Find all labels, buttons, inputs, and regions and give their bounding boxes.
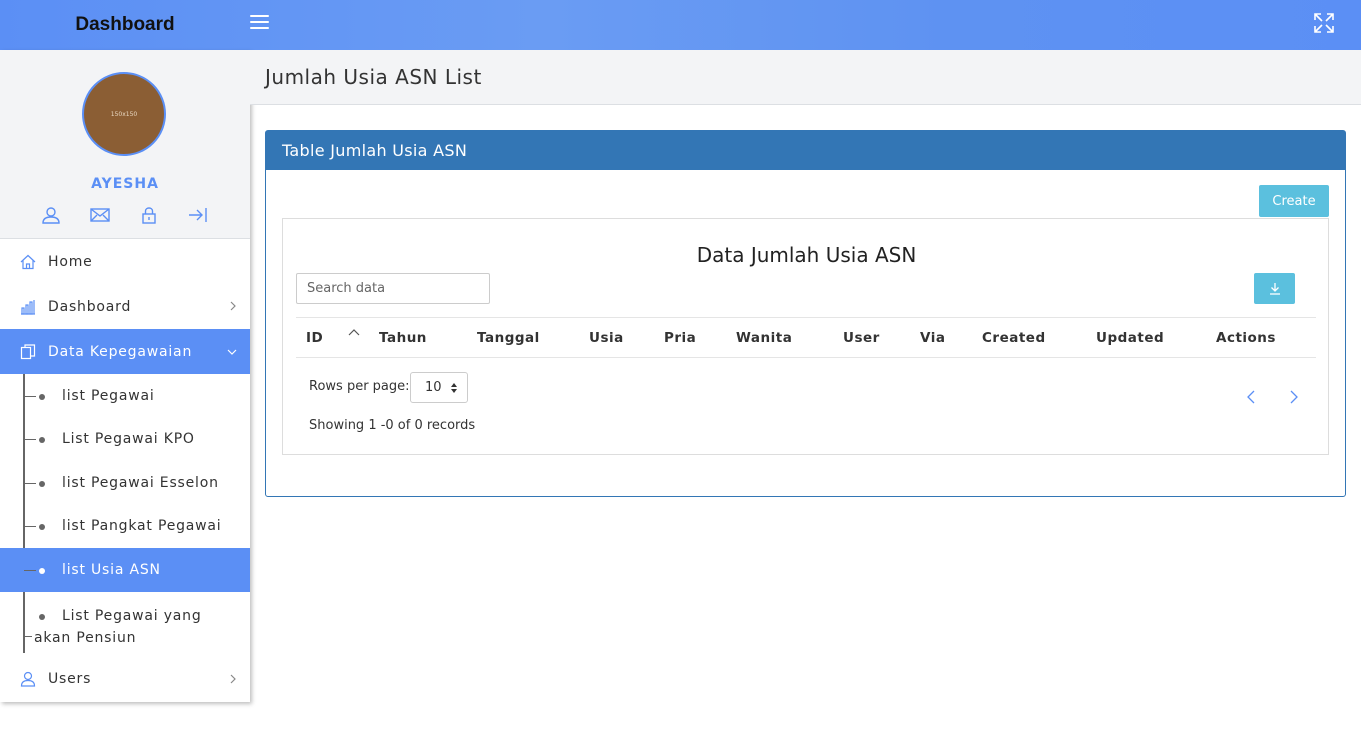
documents-icon [20,343,36,359]
top-navbar: Dashboard [0,0,1361,50]
sidebar-item-label: Dashboard [48,298,132,315]
sidebar-item-label: Data Kepegawaian [48,343,193,360]
column-header-pria[interactable]: Pria [664,330,696,346]
search-input[interactable] [296,273,490,304]
lock-icon[interactable] [138,206,160,224]
tree-branch [24,635,32,637]
user-icon [20,671,36,687]
rows-per-page-label: Rows per page: [309,379,410,394]
home-icon [20,254,36,269]
chevron-right-icon [230,674,236,683]
expand-icon[interactable] [1313,12,1335,34]
download-button[interactable] [1254,273,1295,304]
table-title: Data Jumlah Usia ASN [696,243,917,267]
submenu-item-label: List Pegawai yang akan Pensiun [34,607,202,646]
bar-chart-icon [21,299,35,315]
bullet-icon [39,613,45,620]
bullet-icon [39,437,45,444]
column-header-tahun[interactable]: Tahun [379,330,427,346]
sidebar: 150x150 AYESHA Home Dashboard Data Kepeg… [0,50,250,702]
tree-branch [24,395,36,397]
submenu-item-label: list Usia ASN [62,561,161,578]
rows-per-page-select[interactable]: 10 [410,372,468,403]
submenu-item-pegawai-pensiun[interactable]: List Pegawai yang akan Pensiun [0,592,250,657]
avatar: 150x150 [82,72,166,156]
user-profile-panel: 150x150 AYESHA [0,50,250,239]
chevron-right-icon[interactable] [1287,390,1299,404]
brand-title[interactable]: Dashboard [0,0,250,50]
column-header-id[interactable]: ID [306,330,323,346]
sidebar-item-users[interactable]: Users [0,657,250,702]
tree-branch [24,569,36,571]
table-panel: Table Jumlah Usia ASN Create Data Jumlah… [265,130,1346,497]
mail-icon[interactable] [89,206,111,224]
submenu-item-list-usia-asn[interactable]: list Usia ASN [0,548,250,592]
submenu-item-list-pegawai-esselon[interactable]: list Pegawai Esselon [0,461,250,505]
sidebar-item-data-kepegawaian[interactable]: Data Kepegawaian [0,329,250,374]
submenu-item-label: list Pegawai Esselon [62,474,219,491]
submenu-item-label: list Pangkat Pegawai [62,518,222,535]
sidebar-item-label: Users [48,671,92,687]
submenu-item-list-pegawai-kpo[interactable]: List Pegawai KPO [0,418,250,462]
column-header-usia[interactable]: Usia [589,330,624,346]
submenu-data-kepegawaian: list Pegawai List Pegawai KPO list Pegaw… [0,374,250,657]
profile-actions [40,206,209,224]
bullet-icon [39,393,45,400]
submenu-item-label: List Pegawai KPO [62,431,195,448]
column-header-updated[interactable]: Updated [1096,330,1164,346]
column-header-via[interactable]: Via [920,330,945,346]
table-header: ID Tahun Tanggal Usia Pria Wanita User V… [296,317,1316,358]
bullet-icon [39,524,45,531]
logout-icon[interactable] [187,206,209,224]
column-header-created[interactable]: Created [982,330,1046,346]
data-table-container: Data Jumlah Usia ASN ID Tahun Tanggal Us… [282,218,1329,455]
chevron-left-icon[interactable] [1246,390,1258,404]
page-title: Jumlah Usia ASN List [265,65,482,89]
user-icon[interactable] [40,206,62,224]
panel-heading: Table Jumlah Usia ASN [266,131,1345,170]
bullet-icon [39,567,45,574]
rows-per-page-value: 10 [425,380,442,395]
sidebar-item-label: Home [48,253,93,270]
column-header-wanita[interactable]: Wanita [736,330,792,346]
submenu-item-label: list Pegawai [62,387,155,404]
column-header-tanggal[interactable]: Tanggal [477,330,540,346]
avatar-placeholder-text: 150x150 [110,110,138,118]
column-header-actions[interactable]: Actions [1216,330,1276,346]
sidebar-item-home[interactable]: Home [0,239,250,284]
hamburger-icon[interactable] [250,15,269,33]
tree-branch [24,526,36,528]
records-summary: Showing 1 -0 of 0 records [309,418,476,433]
submenu-item-list-pangkat-pegawai[interactable]: list Pangkat Pegawai [0,505,250,549]
create-button[interactable]: Create [1259,185,1329,217]
username: AYESHA [91,176,159,192]
page-header: Jumlah Usia ASN List [250,50,1361,105]
column-header-user[interactable]: User [843,330,880,346]
select-arrows-icon [451,383,457,393]
sidebar-item-dashboard[interactable]: Dashboard [0,284,250,329]
tree-branch [24,482,36,484]
tree-branch [24,439,36,441]
chevron-down-icon [227,349,237,355]
sidebar-menu: Home Dashboard Data Kepegawaian list Peg… [0,239,250,702]
submenu-item-list-pegawai[interactable]: list Pegawai [0,374,250,418]
chevron-right-icon [230,301,236,311]
bullet-icon [39,480,45,487]
sort-ascending-icon[interactable] [348,328,360,336]
download-icon [1269,283,1280,295]
